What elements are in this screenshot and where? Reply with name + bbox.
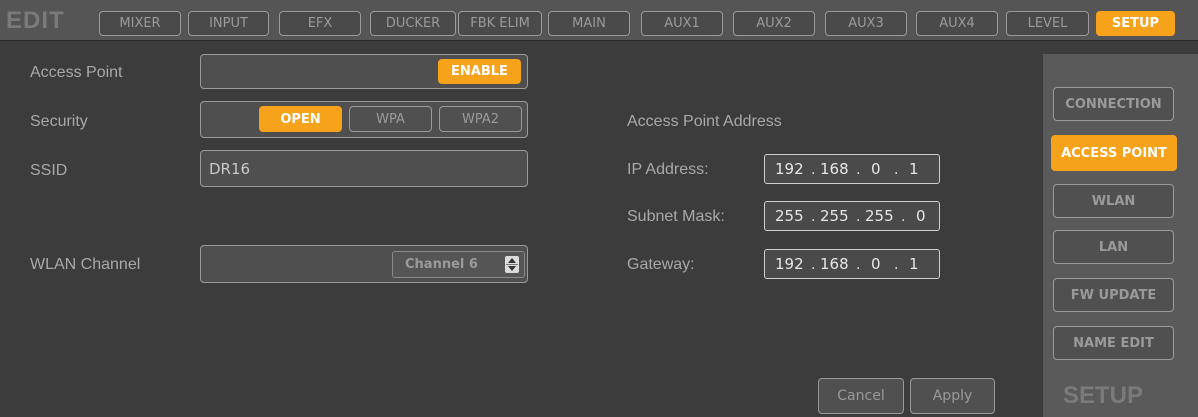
subnet-mask-input[interactable]: 255 . 255 . 255 . 0 bbox=[764, 201, 940, 231]
wlan-channel-value: Channel 6 bbox=[405, 257, 478, 272]
tab-input[interactable]: INPUT bbox=[188, 11, 269, 36]
side-item-connection[interactable]: CONNECTION bbox=[1053, 87, 1174, 121]
ssid-value: DR16 bbox=[209, 160, 251, 178]
gateway-octet-3: 0 bbox=[871, 255, 881, 273]
wlan-channel-label: WLAN Channel bbox=[30, 256, 141, 273]
apply-button[interactable]: Apply bbox=[910, 378, 995, 414]
tab-mixer[interactable]: MIXER bbox=[99, 11, 181, 36]
cancel-button[interactable]: Cancel bbox=[818, 378, 904, 414]
ip-octet-3: 0 bbox=[871, 160, 881, 178]
wlan-channel-select[interactable]: Channel 6 bbox=[392, 251, 525, 278]
tab-setup[interactable]: SETUP bbox=[1096, 11, 1175, 36]
side-item-wlan[interactable]: WLAN bbox=[1053, 184, 1174, 218]
security-wpa-button[interactable]: WPA bbox=[349, 106, 432, 132]
tab-ducker[interactable]: DUCKER bbox=[370, 11, 456, 36]
subnet-octet-3: 255 bbox=[865, 207, 894, 225]
ip-dot: . bbox=[901, 209, 906, 225]
ip-dot: . bbox=[811, 209, 816, 225]
top-bar: EDIT MIXER INPUT EFX DUCKER FBK ELIM MAI… bbox=[0, 0, 1198, 41]
side-item-lan[interactable]: LAN bbox=[1053, 230, 1174, 264]
gateway-octet-1: 192 bbox=[775, 255, 804, 273]
ip-dot: . bbox=[856, 209, 861, 225]
access-point-address-title: Access Point Address bbox=[627, 113, 782, 130]
access-point-label: Access Point bbox=[30, 64, 123, 81]
ip-dot: . bbox=[856, 162, 861, 178]
tab-aux1[interactable]: AUX1 bbox=[641, 11, 723, 36]
ssid-input[interactable]: DR16 bbox=[200, 150, 528, 187]
edit-label: EDIT bbox=[6, 7, 65, 34]
spinner-icon[interactable] bbox=[505, 256, 519, 273]
ip-octet-2: 168 bbox=[820, 160, 849, 178]
side-item-fw-update[interactable]: FW UPDATE bbox=[1053, 278, 1174, 312]
security-label: Security bbox=[30, 113, 88, 130]
side-item-name-edit[interactable]: NAME EDIT bbox=[1053, 326, 1174, 360]
tab-aux3[interactable]: AUX3 bbox=[825, 11, 907, 36]
tab-main[interactable]: MAIN bbox=[548, 11, 630, 36]
side-item-access-point[interactable]: ACCESS POINT bbox=[1051, 135, 1177, 171]
subnet-mask-label: Subnet Mask: bbox=[627, 208, 725, 225]
ip-dot: . bbox=[894, 162, 899, 178]
side-panel-title: SETUP bbox=[1063, 382, 1144, 409]
ip-dot: . bbox=[894, 257, 899, 273]
security-wpa2-button[interactable]: WPA2 bbox=[439, 106, 522, 132]
tab-level[interactable]: LEVEL bbox=[1006, 11, 1089, 36]
ip-octet-4: 1 bbox=[909, 160, 919, 178]
subnet-octet-1: 255 bbox=[775, 207, 804, 225]
security-open-button[interactable]: OPEN bbox=[259, 106, 342, 132]
tab-aux4[interactable]: AUX4 bbox=[916, 11, 998, 36]
gateway-label: Gateway: bbox=[627, 256, 695, 273]
tab-efx[interactable]: EFX bbox=[279, 11, 361, 36]
ip-dot: . bbox=[811, 257, 816, 273]
ssid-label: SSID bbox=[30, 162, 68, 179]
ip-dot: . bbox=[811, 162, 816, 178]
wlan-channel-row: Channel 6 bbox=[200, 245, 528, 283]
ip-octet-1: 192 bbox=[775, 160, 804, 178]
subnet-octet-2: 255 bbox=[820, 207, 849, 225]
tab-fbk-elim[interactable]: FBK ELIM bbox=[458, 11, 542, 36]
enable-button[interactable]: ENABLE bbox=[438, 59, 521, 84]
subnet-octet-4: 0 bbox=[916, 207, 926, 225]
ip-address-label: IP Address: bbox=[627, 161, 709, 178]
tab-aux2[interactable]: AUX2 bbox=[733, 11, 815, 36]
ip-address-input[interactable]: 192 . 168 . 0 . 1 bbox=[764, 154, 940, 184]
security-row: OPEN WPA WPA2 bbox=[200, 101, 528, 138]
gateway-octet-2: 168 bbox=[820, 255, 849, 273]
gateway-input[interactable]: 192 . 168 . 0 . 1 bbox=[764, 249, 940, 279]
setup-side-panel: CONNECTION ACCESS POINT WLAN LAN FW UPDA… bbox=[1043, 54, 1198, 417]
access-point-row: ENABLE bbox=[200, 54, 528, 89]
ip-dot: . bbox=[856, 257, 861, 273]
gateway-octet-4: 1 bbox=[909, 255, 919, 273]
